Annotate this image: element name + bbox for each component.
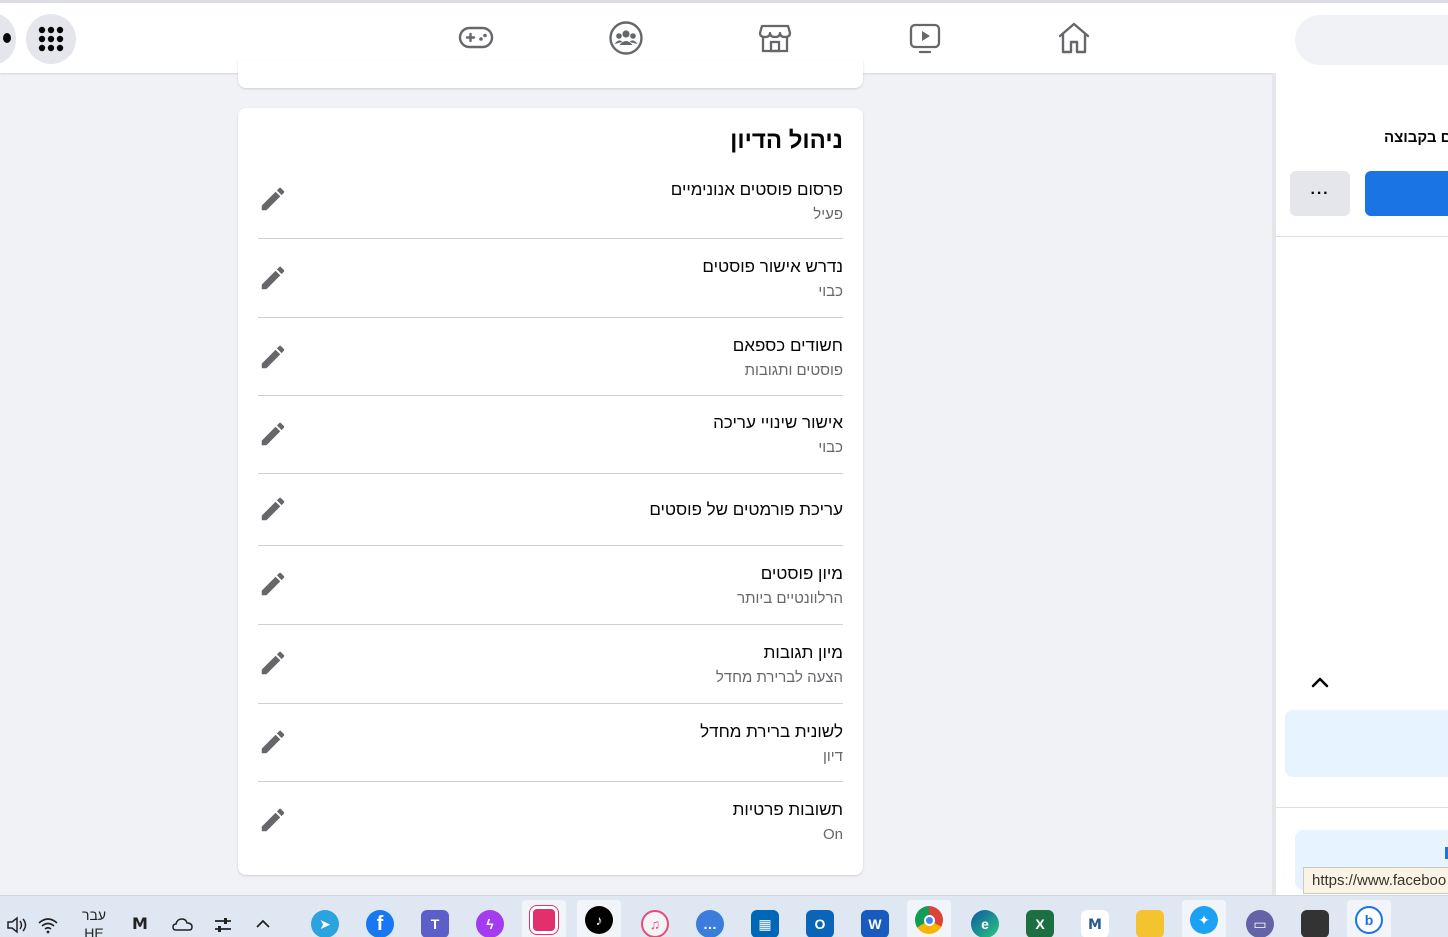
setting-row-post-approval[interactable]: נדרש אישור פוסטים כבוי	[258, 239, 843, 318]
groups-icon	[609, 21, 643, 55]
teams-icon[interactable]: T	[421, 910, 449, 937]
info-box[interactable]	[1285, 710, 1448, 777]
search-input[interactable]	[1295, 15, 1448, 65]
setting-row-post-sorting[interactable]: מיון פוסטים הרלוונטיים ביותר	[258, 546, 843, 625]
onedrive-icon[interactable]	[172, 917, 194, 931]
profile-button-partial[interactable]	[0, 14, 16, 64]
setting-row-private-replies[interactable]: תשובות פרטיות On	[258, 782, 843, 860]
more-options-button[interactable]: ···	[1290, 171, 1350, 216]
setting-title: לשונית ברירת מחדל	[700, 722, 843, 741]
pencil-icon[interactable]	[258, 727, 288, 757]
file-explorer-icon[interactable]	[1136, 910, 1164, 937]
chrome-icon	[915, 906, 943, 934]
primary-action-button[interactable]	[1365, 171, 1448, 216]
settings-tray-icon[interactable]	[213, 916, 233, 934]
video-call-icon[interactable]: ▭	[1246, 910, 1274, 937]
groups-tab[interactable]	[608, 20, 644, 56]
divider	[1276, 807, 1448, 808]
setting-row-default-tab[interactable]: לשונית ברירת מחדל דיון	[258, 704, 843, 782]
pencil-icon[interactable]	[258, 419, 288, 449]
setting-value: הרלוונטיים ביותר	[737, 590, 843, 607]
tiktok-taskbar-button[interactable]: ♪	[577, 900, 621, 937]
bing-taskbar-button[interactable]: b	[1347, 900, 1391, 937]
setting-row-spam[interactable]: חשודים כספאם פוסטים ותגובות	[258, 318, 843, 396]
setting-title: מיון פוסטים	[760, 564, 843, 583]
setting-value: הצעה לברירת מחדל	[715, 669, 843, 686]
volume-icon[interactable]	[6, 916, 28, 934]
setting-row-comment-sorting[interactable]: מיון תגובות הצעה לברירת מחדל	[258, 625, 843, 704]
setting-value: דיון	[822, 748, 843, 765]
pencil-icon[interactable]	[258, 494, 288, 524]
mx-tray-icon[interactable]: Ⅿ	[132, 914, 148, 934]
outlook-icon[interactable]: O	[806, 910, 834, 937]
setting-title: חשודים כספאם	[732, 336, 843, 355]
wifi-icon[interactable]	[37, 916, 59, 934]
marketplace-tab[interactable]	[757, 20, 793, 56]
previous-card-bottom	[238, 60, 863, 88]
twitter-icon: ✦	[1190, 906, 1218, 934]
menu-grid-icon	[38, 26, 64, 52]
bing-icon: b	[1355, 906, 1383, 934]
pencil-icon[interactable]	[258, 569, 288, 599]
divider	[1276, 236, 1448, 237]
setting-row-anonymous-posts[interactable]: פרסום פוסטים אנונימיים פעיל	[258, 168, 843, 239]
setting-title: מיון תגובות	[763, 643, 843, 662]
pencil-icon[interactable]	[258, 342, 288, 372]
twitter-taskbar-button[interactable]: ✦	[1182, 900, 1226, 937]
edge-icon[interactable]: e	[971, 910, 999, 937]
setting-value: כבוי	[818, 283, 843, 300]
setting-value: פעיל	[813, 206, 843, 223]
windows-taskbar: עבר HE Ⅿ ➤ f T ϟ ♪ ♫ … ▦ O W e X Ⅿ ✦ ▭ b	[0, 895, 1448, 937]
language-line-2: HE	[84, 925, 104, 937]
facebook-icon[interactable]: f	[366, 910, 394, 937]
pencil-icon[interactable]	[258, 805, 288, 835]
home-icon	[1058, 22, 1090, 54]
menu-grid-button[interactable]	[26, 14, 76, 64]
setting-value: פוסטים ותגובות	[744, 362, 843, 379]
setting-title: אישור שינויי עריכה	[713, 413, 843, 432]
right-sidebar-panel: ים בקבוצה ···	[1272, 73, 1448, 895]
microsoft-store-icon[interactable]: ▦	[751, 910, 779, 937]
setting-title: נדרש אישור פוסטים	[702, 257, 843, 276]
panel-heading-partial: ים בקבוצה	[1384, 129, 1448, 146]
pencil-icon[interactable]	[258, 648, 288, 678]
itunes-icon[interactable]: ♫	[641, 910, 669, 937]
setting-value: כבוי	[818, 439, 843, 456]
setting-value: On	[822, 826, 843, 843]
pencil-icon[interactable]	[258, 263, 288, 293]
language-indicator[interactable]: עבר HE	[82, 908, 106, 937]
watch-tab[interactable]	[907, 20, 943, 56]
instagram-icon	[530, 906, 558, 934]
card-title: ניהול הדיון	[730, 127, 843, 154]
gaming-tab[interactable]	[458, 20, 494, 56]
mx-app-icon[interactable]: Ⅿ	[1081, 910, 1109, 937]
watch-icon	[909, 23, 941, 54]
excel-icon[interactable]: X	[1026, 910, 1054, 937]
pencil-icon[interactable]	[258, 184, 288, 214]
url-tooltip: https://www.faceboo	[1303, 867, 1448, 894]
chevron-up-icon[interactable]	[1308, 671, 1332, 695]
setting-title: תשובות פרטיות	[732, 800, 843, 819]
setting-row-post-formats[interactable]: עריכת פורמטים של פוסטים	[258, 474, 843, 546]
gaming-icon	[458, 26, 494, 49]
word-icon[interactable]: W	[861, 910, 889, 937]
setting-title: פרסום פוסטים אנונימיים	[670, 180, 843, 199]
setting-title: עריכת פורמטים של פוסטים	[649, 500, 843, 519]
task-manager-icon[interactable]	[1301, 910, 1329, 937]
instagram-taskbar-button[interactable]	[522, 900, 566, 937]
home-tab[interactable]	[1056, 20, 1092, 56]
discussion-management-card: ניהול הדיון פרסום פוסטים אנונימיים פעיל …	[238, 108, 863, 875]
tiktok-icon: ♪	[585, 906, 613, 934]
telegram-icon[interactable]: ➤	[311, 910, 339, 937]
chat-icon[interactable]: …	[696, 910, 724, 937]
messenger-icon[interactable]: ϟ	[476, 910, 504, 937]
setting-row-edit-approval[interactable]: אישור שינויי עריכה כבוי	[258, 396, 843, 474]
marketplace-icon	[758, 24, 792, 53]
chevron-up-icon[interactable]	[255, 918, 271, 930]
language-line-1: עבר	[82, 907, 107, 923]
chrome-taskbar-button[interactable]	[907, 900, 951, 937]
